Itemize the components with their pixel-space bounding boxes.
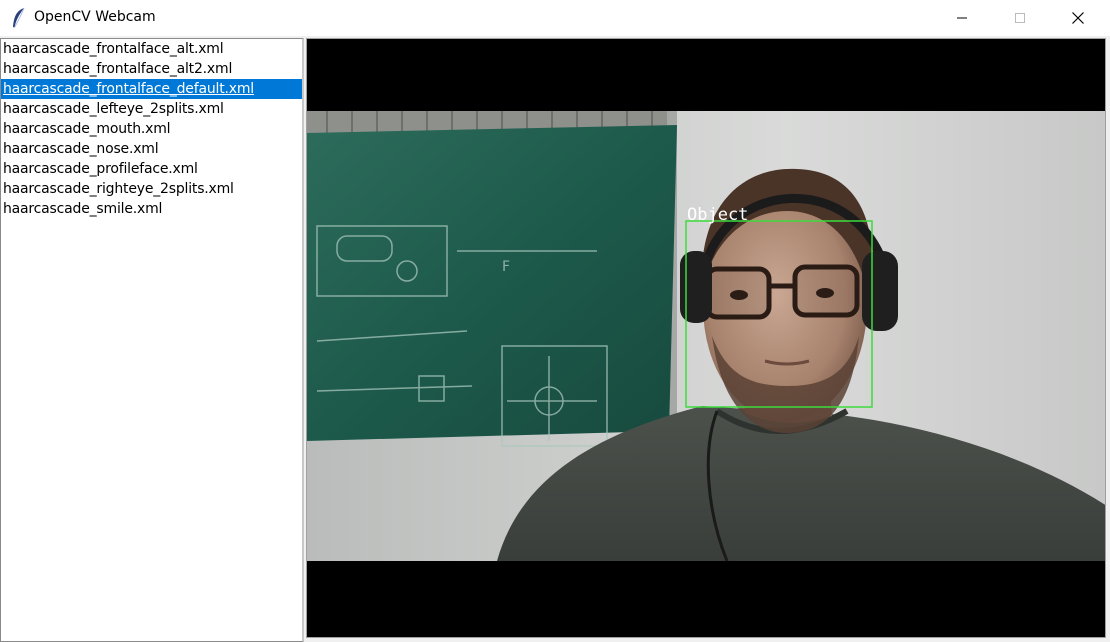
maximize-button[interactable]: [997, 0, 1043, 36]
webcam-frame: F Object: [307, 111, 1105, 561]
close-icon: [1072, 12, 1084, 24]
opencv-webcam-window: OpenCV Webcam haarcascade_frontalface_al…: [0, 0, 1110, 642]
minimize-icon: [957, 17, 967, 19]
close-button[interactable]: [1055, 0, 1101, 36]
cascade-item[interactable]: haarcascade_frontalface_alt2.xml: [1, 59, 302, 79]
cascade-item[interactable]: haarcascade_profileface.xml: [1, 159, 302, 179]
cascade-item[interactable]: haarcascade_frontalface_alt.xml: [1, 39, 302, 59]
cascade-item[interactable]: haarcascade_nose.xml: [1, 139, 302, 159]
maximize-icon: [1015, 13, 1025, 23]
webcam-video-panel: F Object: [306, 38, 1106, 638]
detection-label: Object: [687, 205, 748, 225]
cascade-item[interactable]: haarcascade_righteye_2splits.xml: [1, 179, 302, 199]
cascade-item-selected[interactable]: haarcascade_frontalface_default.xml: [1, 79, 302, 99]
minimize-button[interactable]: [939, 0, 985, 36]
feather-icon: [13, 7, 25, 28]
svg-text:F: F: [502, 259, 510, 275]
window-edge: [1106, 38, 1110, 642]
webcam-scene: F Object: [307, 111, 1105, 561]
title-bar[interactable]: OpenCV Webcam: [0, 0, 1110, 36]
cascade-item[interactable]: haarcascade_lefteye_2splits.xml: [1, 99, 302, 119]
cascade-listbox[interactable]: haarcascade_frontalface_alt.xml haarcasc…: [0, 38, 304, 642]
cascade-item[interactable]: haarcascade_mouth.xml: [1, 119, 302, 139]
cascade-item[interactable]: haarcascade_smile.xml: [1, 199, 302, 219]
window-title: OpenCV Webcam: [34, 9, 156, 25]
